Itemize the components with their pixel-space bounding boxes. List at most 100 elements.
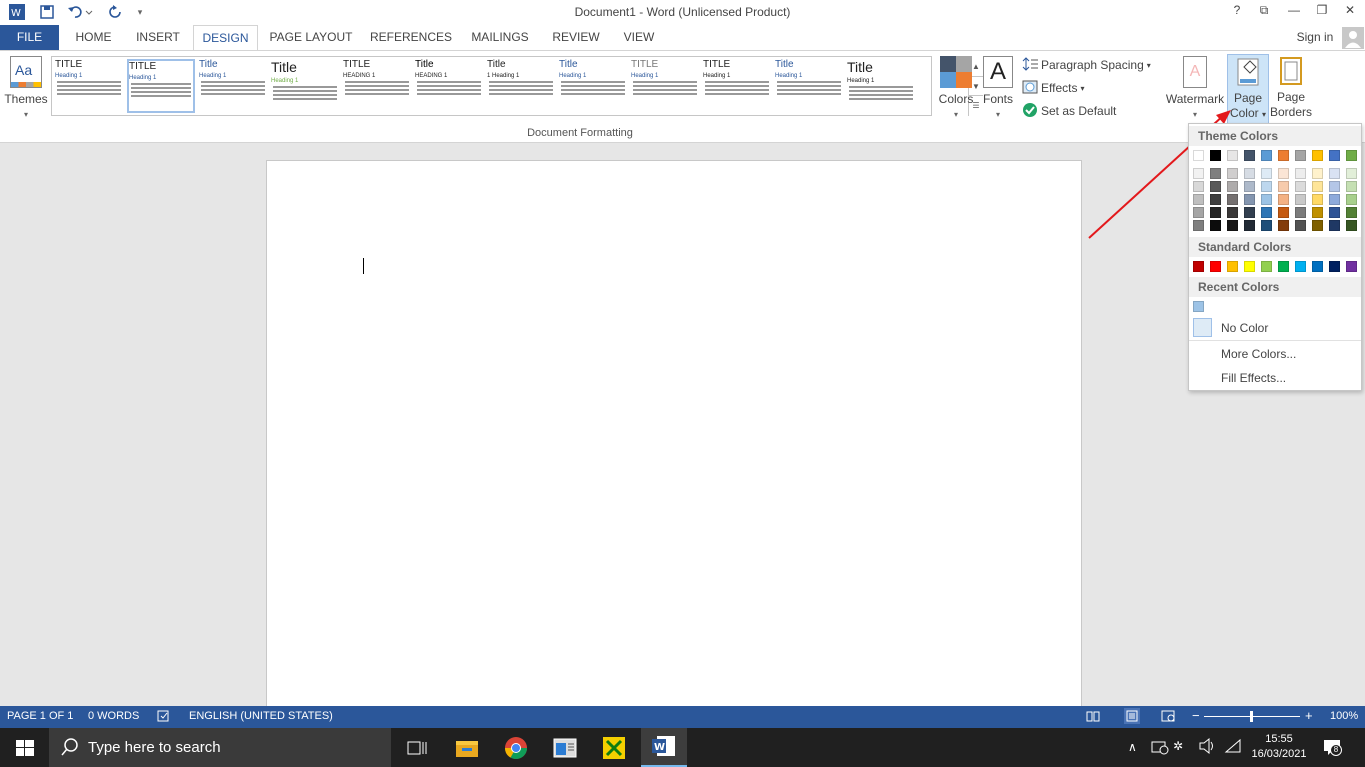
style-set-item[interactable]: TITLE Heading 1: [703, 59, 771, 113]
tab-review[interactable]: REVIEW: [548, 25, 604, 50]
style-set-item[interactable]: Title 1 Heading 1: [487, 59, 555, 113]
word-count[interactable]: 0 WORDS: [88, 710, 139, 722]
word-taskbar-button[interactable]: W: [641, 728, 687, 767]
theme-color-shade-swatch[interactable]: [1261, 194, 1272, 205]
theme-color-shade-swatch[interactable]: [1346, 207, 1357, 218]
theme-color-swatch[interactable]: [1295, 150, 1306, 161]
theme-color-shade-swatch[interactable]: [1329, 181, 1340, 192]
theme-color-shade-swatch[interactable]: [1295, 194, 1306, 205]
style-set-item[interactable]: Title Heading 1: [199, 59, 267, 113]
theme-color-shade-swatch[interactable]: [1210, 207, 1221, 218]
tray-chevron-icon[interactable]: ∧: [1128, 740, 1137, 754]
theme-color-shade-swatch[interactable]: [1244, 181, 1255, 192]
theme-color-shade-swatch[interactable]: [1295, 181, 1306, 192]
theme-color-swatch[interactable]: [1261, 150, 1272, 161]
theme-color-shade-swatch[interactable]: [1227, 194, 1238, 205]
effects-button[interactable]: Effects ▾: [1022, 79, 1084, 97]
theme-color-shade-swatch[interactable]: [1278, 168, 1289, 179]
standard-color-swatch[interactable]: [1193, 261, 1204, 272]
style-set-item[interactable]: Title HEADING 1: [415, 59, 483, 113]
themes-button[interactable]: Aa Themes ▾: [4, 56, 48, 126]
zoom-in-icon[interactable]: +: [1305, 708, 1313, 723]
tab-mailings[interactable]: MAILINGS: [464, 25, 536, 50]
theme-color-shade-swatch[interactable]: [1227, 220, 1238, 231]
user-avatar-icon[interactable]: [1342, 27, 1364, 49]
theme-color-shade-swatch[interactable]: [1193, 181, 1204, 192]
theme-color-shade-swatch[interactable]: [1193, 194, 1204, 205]
theme-color-shade-swatch[interactable]: [1244, 168, 1255, 179]
proofing-icon[interactable]: [157, 710, 171, 725]
tab-design[interactable]: DESIGN: [193, 25, 258, 51]
theme-color-swatch[interactable]: [1193, 150, 1204, 161]
app-window-icon[interactable]: [552, 735, 578, 761]
tab-file[interactable]: FILE: [0, 25, 59, 50]
ribbon-display-options-button[interactable]: ⧉: [1252, 3, 1276, 21]
restore-button[interactable]: ❐: [1310, 3, 1334, 21]
style-set-item[interactable]: Title Heading 1: [775, 59, 843, 113]
theme-color-shade-swatch[interactable]: [1210, 181, 1221, 192]
theme-color-shade-swatch[interactable]: [1261, 168, 1272, 179]
theme-color-shade-swatch[interactable]: [1193, 220, 1204, 231]
standard-color-swatch[interactable]: [1312, 261, 1323, 272]
document-page[interactable]: [266, 160, 1082, 720]
theme-color-shade-swatch[interactable]: [1312, 168, 1323, 179]
volume-icon[interactable]: [1199, 737, 1217, 757]
theme-color-shade-swatch[interactable]: [1210, 220, 1221, 231]
chrome-icon[interactable]: [503, 735, 529, 761]
theme-color-shade-swatch[interactable]: [1210, 168, 1221, 179]
theme-color-swatch[interactable]: [1312, 150, 1323, 161]
zoom-slider-thumb[interactable]: [1250, 711, 1253, 722]
standard-color-swatch[interactable]: [1346, 261, 1357, 272]
theme-color-shade-swatch[interactable]: [1244, 220, 1255, 231]
theme-color-shade-swatch[interactable]: [1312, 220, 1323, 231]
theme-color-shade-swatch[interactable]: [1346, 181, 1357, 192]
help-button[interactable]: ?: [1225, 3, 1249, 21]
more-colors-item[interactable]: More Colors...: [1189, 344, 1361, 364]
tab-home[interactable]: HOME: [66, 25, 121, 50]
style-set-item[interactable]: TITLE Heading 1: [631, 59, 699, 113]
theme-color-shade-swatch[interactable]: [1329, 168, 1340, 179]
theme-color-shade-swatch[interactable]: [1278, 207, 1289, 218]
colors-button[interactable]: Colors ▾: [936, 56, 976, 126]
minimize-button[interactable]: —: [1282, 3, 1306, 21]
theme-color-shade-swatch[interactable]: [1295, 168, 1306, 179]
theme-color-shade-swatch[interactable]: [1278, 194, 1289, 205]
file-explorer-icon[interactable]: [454, 735, 480, 761]
theme-color-swatch[interactable]: [1329, 150, 1340, 161]
fonts-button[interactable]: A Fonts ▾: [978, 56, 1018, 126]
theme-color-swatch[interactable]: [1210, 150, 1221, 161]
theme-color-shade-swatch[interactable]: [1329, 220, 1340, 231]
paragraph-spacing-button[interactable]: Paragraph Spacing ▾: [1022, 56, 1151, 74]
style-set-item[interactable]: TITLE HEADING 1: [343, 59, 411, 113]
standard-color-swatch[interactable]: [1210, 261, 1221, 272]
print-layout-icon[interactable]: [1124, 708, 1140, 724]
tray-network-settings-icon[interactable]: ✲: [1173, 739, 1183, 753]
theme-color-shade-swatch[interactable]: [1312, 194, 1323, 205]
theme-color-shade-swatch[interactable]: [1261, 220, 1272, 231]
theme-color-shade-swatch[interactable]: [1346, 220, 1357, 231]
recent-color-swatch[interactable]: [1193, 301, 1204, 312]
no-color-item[interactable]: No Color: [1189, 316, 1361, 340]
language[interactable]: ENGLISH (UNITED STATES): [189, 710, 333, 722]
tab-insert[interactable]: INSERT: [130, 25, 186, 50]
theme-color-shade-swatch[interactable]: [1312, 207, 1323, 218]
theme-color-shade-swatch[interactable]: [1210, 194, 1221, 205]
theme-color-shade-swatch[interactable]: [1193, 168, 1204, 179]
theme-color-swatch[interactable]: [1244, 150, 1255, 161]
task-view-icon[interactable]: [404, 735, 430, 761]
standard-color-swatch[interactable]: [1329, 261, 1340, 272]
standard-color-swatch[interactable]: [1295, 261, 1306, 272]
tab-references[interactable]: REFERENCES: [368, 25, 454, 50]
theme-color-shade-swatch[interactable]: [1346, 168, 1357, 179]
theme-color-shade-swatch[interactable]: [1244, 207, 1255, 218]
page-borders-button[interactable]: Page Borders: [1270, 56, 1312, 126]
standard-color-swatch[interactable]: [1278, 261, 1289, 272]
zoom-out-icon[interactable]: −: [1192, 708, 1200, 723]
theme-color-swatch[interactable]: [1278, 150, 1289, 161]
standard-color-swatch[interactable]: [1227, 261, 1238, 272]
theme-color-shade-swatch[interactable]: [1261, 207, 1272, 218]
fill-effects-item[interactable]: Fill Effects...: [1189, 368, 1361, 388]
style-set-item[interactable]: TITLE Heading 1: [127, 59, 195, 113]
windows-start-icon[interactable]: [12, 735, 38, 761]
standard-color-swatch[interactable]: [1261, 261, 1272, 272]
